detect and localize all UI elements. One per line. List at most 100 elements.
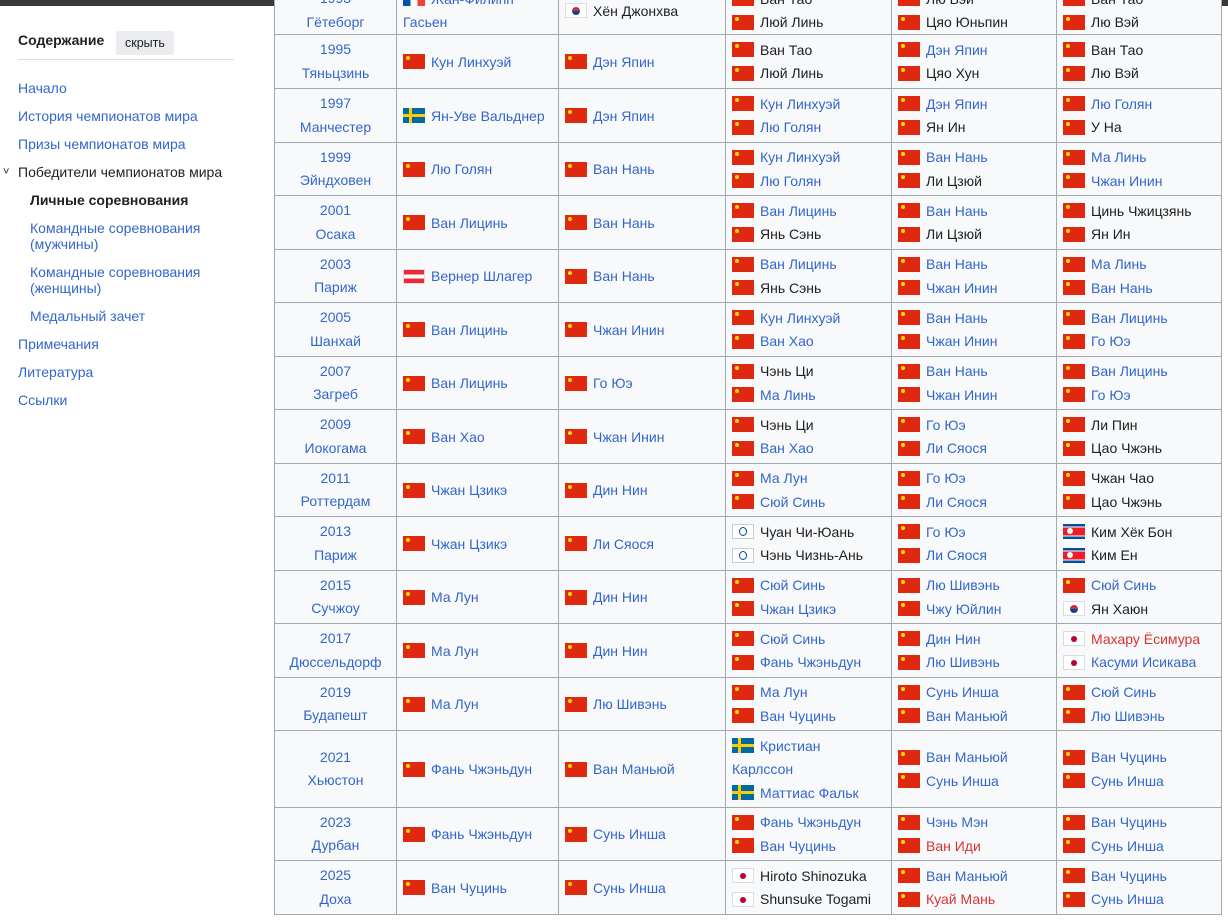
championship-city[interactable]: Сучжоу [275, 597, 396, 621]
player-name[interactable]: Ли Сяося [926, 494, 987, 510]
championship-city[interactable]: Манчестер [275, 116, 396, 140]
championship-city[interactable]: Тяньцзинь [275, 62, 396, 86]
chevron-down-icon[interactable]: ˅ [3, 166, 9, 178]
player-name[interactable]: Го Юэ [593, 375, 633, 391]
player-name[interactable]: Лю Голян [760, 173, 821, 189]
player-name[interactable]: Ван Нань [1091, 280, 1153, 296]
player-name[interactable]: Дэн Япин [926, 42, 988, 58]
player-name[interactable]: Ван Хао [760, 440, 814, 456]
player-name[interactable]: Лю Голян [431, 161, 492, 177]
player-name[interactable]: Фань Чжэньдун [760, 654, 861, 670]
player-name[interactable]: Ван Нань [926, 363, 988, 379]
championship-city[interactable]: Иокогама [275, 437, 396, 461]
championship-year[interactable]: 2019 [275, 681, 396, 705]
player-name[interactable]: Ма Линь [760, 387, 816, 403]
player-name[interactable]: Ма Лун [760, 470, 808, 486]
player-name[interactable]: Ван Маньюй [593, 761, 675, 777]
player-name[interactable]: Чжан Инин [926, 333, 997, 349]
championship-city[interactable]: Дюссельдорф [275, 651, 396, 675]
player-name[interactable]: Ван Нань [926, 310, 988, 326]
player-name[interactable]: Ван Чуцинь [1091, 749, 1167, 765]
championship-year[interactable]: 1995 [275, 38, 396, 62]
player-name[interactable]: Касуми Исикава [1091, 654, 1196, 670]
player-name[interactable]: Ван Лицинь [760, 203, 837, 219]
player-name[interactable]: Дин Нин [593, 482, 648, 498]
player-name[interactable]: Го Юэ [1091, 333, 1131, 349]
player-name[interactable]: Ван Нань [593, 161, 655, 177]
player-name[interactable]: Фань Чжэньдун [760, 814, 861, 830]
championship-city[interactable]: Эйндховен [275, 169, 396, 193]
championship-year[interactable]: 2025 [275, 864, 396, 888]
player-name[interactable]: Сунь Инша [1091, 891, 1164, 907]
player-name[interactable]: Ван Лицинь [1091, 310, 1168, 326]
player-name[interactable]: Ван Нань [926, 149, 988, 165]
player-name[interactable]: Сюй Синь [760, 494, 825, 510]
player-name[interactable]: Фань Чжэньдун [431, 826, 532, 842]
player-name[interactable]: Чжан Инин [593, 429, 664, 445]
championship-city[interactable]: Париж [275, 544, 396, 568]
player-name[interactable]: Кун Линхуэй [431, 54, 511, 70]
player-name[interactable]: Го Юэ [926, 524, 966, 540]
player-name[interactable]: Сунь Инша [1091, 838, 1164, 854]
player-name[interactable]: Ван Маньюй [926, 708, 1008, 724]
player-name[interactable]: Ван Нань [593, 215, 655, 231]
player-name[interactable]: Ма Линь [1091, 149, 1147, 165]
player-name[interactable]: Ма Лун [760, 684, 808, 700]
player-name[interactable]: Ли Сяося [593, 536, 654, 552]
player-name[interactable]: Ван Чуцинь [760, 838, 836, 854]
championship-city[interactable]: Дурбан [275, 834, 396, 858]
player-name[interactable]: Ли Сяося [926, 440, 987, 456]
toc-item[interactable]: Литература [18, 364, 93, 380]
toc-item[interactable]: Примечания [18, 336, 99, 352]
toc-item[interactable]: Медальный зачет [30, 308, 220, 324]
player-name[interactable]: Жан-Филипп [431, 0, 514, 7]
player-name[interactable]: Чжан Цзикэ [431, 536, 507, 552]
player-name[interactable]: Кун Линхуэй [760, 149, 840, 165]
player-name[interactable]: Ван Лицинь [431, 215, 508, 231]
player-name[interactable]: Ван Маньюй [926, 868, 1008, 884]
player-name[interactable]: Чэнь Мэн [926, 814, 988, 830]
player-name[interactable]: Лю Шивэнь [926, 654, 1000, 670]
player-name[interactable]: Ван Лицинь [431, 322, 508, 338]
player-name[interactable]: Ли Сяося [926, 547, 987, 563]
championship-city[interactable]: Хьюстон [275, 769, 396, 793]
player-name[interactable]: Дин Нин [593, 589, 648, 605]
player-name[interactable]: Ван Чуцинь [1091, 814, 1167, 830]
championship-year[interactable]: 2003 [275, 253, 396, 277]
championship-year[interactable]: 1997 [275, 92, 396, 116]
championship-city[interactable]: Будапешт [275, 704, 396, 728]
player-name[interactable]: Ван Нань [926, 256, 988, 272]
championship-year[interactable]: 2011 [275, 467, 396, 491]
championship-year[interactable]: 2023 [275, 811, 396, 835]
player-name[interactable]: Ян-Уве Вальднер [431, 108, 545, 124]
player-name[interactable]: Го Юэ [1091, 387, 1131, 403]
player-name[interactable]: Сунь Инша [926, 773, 999, 789]
player-name[interactable]: Ван Лицинь [1091, 363, 1168, 379]
toc-item[interactable]: Призы чемпионатов мира [18, 136, 186, 152]
player-name[interactable]: Ван Хао [760, 333, 814, 349]
championship-city[interactable]: Загреб [275, 383, 396, 407]
player-name[interactable]: Лю Голян [1091, 96, 1152, 112]
player-name[interactable]: Махару Ёсимура [1091, 631, 1200, 647]
player-name[interactable]: Чжан Инин [926, 387, 997, 403]
championship-year[interactable]: 2021 [275, 746, 396, 770]
player-name[interactable]: Дин Нин [926, 631, 981, 647]
player-name[interactable]: Сюй Синь [760, 577, 825, 593]
player-name[interactable]: Дэн Япин [926, 96, 988, 112]
player-name[interactable]: Чжан Инин [593, 322, 664, 338]
player-name[interactable]: Карлссон [732, 761, 793, 777]
player-name[interactable]: Чжан Цзикэ [431, 482, 507, 498]
player-name[interactable]: Вернер Шлагер [431, 268, 532, 284]
toc-item[interactable]: Ссылки [18, 392, 67, 408]
player-name[interactable]: Ван Лицинь [431, 375, 508, 391]
player-name[interactable]: Сунь Инша [593, 880, 666, 896]
player-name[interactable]: Куай Мань [926, 891, 995, 907]
player-name[interactable]: Фань Чжэньдун [431, 761, 532, 777]
player-name[interactable]: Чжан Инин [1091, 173, 1162, 189]
player-name[interactable]: Го Юэ [926, 470, 966, 486]
player-name[interactable]: Ван Лицинь [760, 256, 837, 272]
player-name[interactable]: Сюй Синь [1091, 577, 1156, 593]
player-name[interactable]: Го Юэ [926, 417, 966, 433]
player-name[interactable]: Ма Лун [431, 696, 479, 712]
player-name[interactable]: Гасьен [403, 14, 447, 30]
